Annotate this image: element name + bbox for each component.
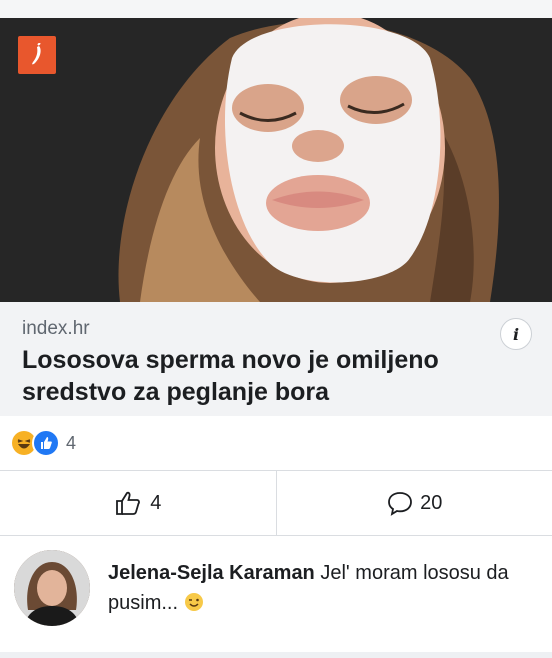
link-source: index.hr (22, 318, 90, 339)
wink-emoji-icon (184, 593, 203, 611)
face-mask-photo (0, 18, 552, 302)
info-icon[interactable]: i (500, 318, 532, 350)
post-actions: 4 20 (0, 471, 552, 536)
like-reaction-icon (32, 429, 60, 457)
comment-author[interactable]: Jelena-Sejla Karaman (108, 562, 315, 584)
link-card-meta[interactable]: index.hr Lososova sperma novo je omiljen… (0, 302, 552, 416)
publisher-logo (18, 36, 56, 74)
top-strip (0, 0, 552, 18)
like-count: 4 (150, 491, 162, 514)
thumbs-up-icon (116, 491, 141, 515)
comment-item: Jelena-Sejla Karaman Jel' moram lososu d… (0, 536, 552, 652)
comment-button[interactable]: 20 (275, 471, 552, 535)
comment-count: 20 (420, 491, 443, 514)
pepper-logo-icon (32, 43, 41, 65)
feed-post: index.hr Lososova sperma novo je omiljen… (0, 18, 552, 652)
commenter-avatar[interactable] (14, 550, 90, 626)
reaction-count: 4 (66, 432, 77, 453)
comment-body: Jelena-Sejla Karaman Jel' moram lososu d… (108, 558, 528, 638)
like-button[interactable]: 4 (0, 471, 276, 535)
reaction-summary[interactable]: 4 (0, 416, 552, 471)
link-headline[interactable]: Lososova sperma novo je omiljeno sredstv… (22, 344, 530, 408)
comment-bubble-icon (388, 492, 413, 516)
post-image[interactable] (0, 18, 552, 302)
